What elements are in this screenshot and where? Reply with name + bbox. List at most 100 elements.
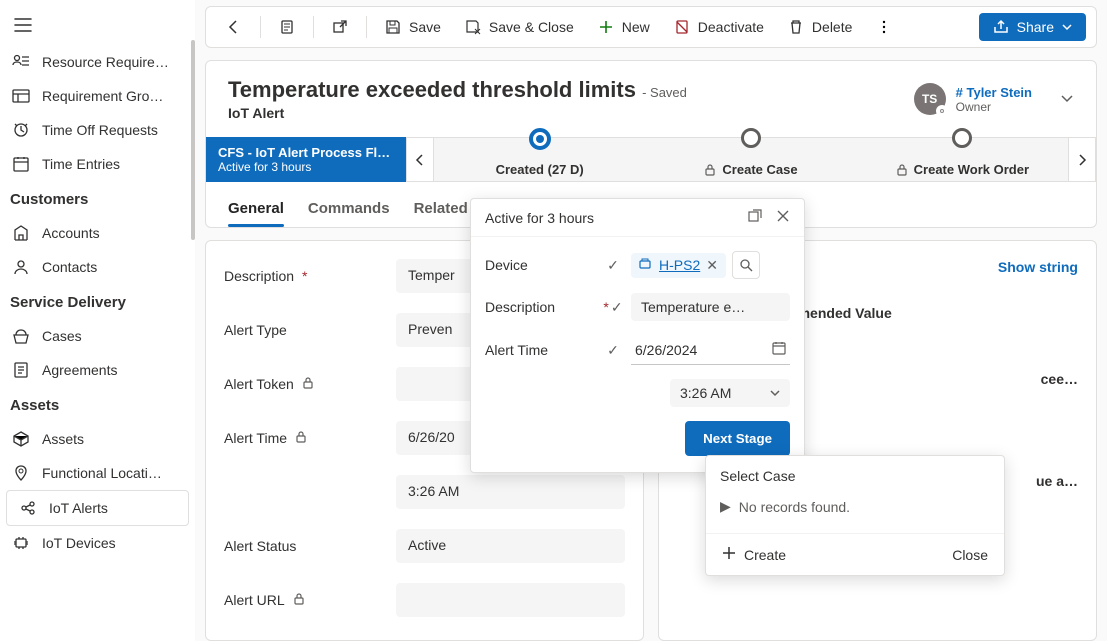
nav-item-iotalerts[interactable]: IoT Alerts <box>6 490 189 526</box>
popout-button[interactable] <box>322 13 358 41</box>
overflow-button[interactable] <box>866 13 902 41</box>
nav-item-assets[interactable]: Assets <box>0 422 195 456</box>
stage-circle-icon <box>741 128 761 148</box>
nav-label: Cases <box>42 328 82 344</box>
form-icon <box>279 19 295 35</box>
check-icon: ✓ <box>603 342 623 359</box>
lookup-close-button[interactable]: Close <box>952 546 988 563</box>
flyout-date-field[interactable]: 6/26/2024 <box>631 335 790 365</box>
deactivate-button[interactable]: Deactivate <box>664 13 774 41</box>
nav-item-timeoff[interactable]: Time Off Requests <box>0 113 195 147</box>
nav-item-reqgroup[interactable]: Requirement Gro… <box>0 79 195 113</box>
field-value[interactable]: Active <box>396 529 625 563</box>
lookup-create-button[interactable]: Create <box>722 546 786 563</box>
field-value[interactable] <box>396 583 625 617</box>
field-label: Alert URL <box>224 592 384 608</box>
stage-circle-icon <box>529 128 551 150</box>
bpf-stage[interactable]: Created (27 D) <box>434 138 645 181</box>
nav-label: Agreements <box>42 362 117 378</box>
funcloc-icon <box>12 464 30 482</box>
stage-flyout: Active for 3 hours Device ✓ H-PS2 ✕ Desc… <box>470 198 805 473</box>
iotalerts-icon <box>19 499 37 517</box>
calendar-icon[interactable] <box>772 341 786 358</box>
show-string-link[interactable]: Show string <box>998 259 1078 275</box>
bpf-active-stage-info[interactable]: CFS - IoT Alert Process Fl… Active for 3… <box>206 137 406 182</box>
nav-item-accounts[interactable]: Accounts <box>0 216 195 250</box>
trash-icon <box>788 19 804 35</box>
nav-label: Functional Locati… <box>42 465 162 481</box>
iotdevices-icon <box>12 534 30 552</box>
tab-general[interactable]: General <box>228 192 284 227</box>
flyout-description-field[interactable]: Temperature e… <box>631 293 790 321</box>
nav-label: Time Off Requests <box>42 122 158 138</box>
popout-icon <box>332 19 348 35</box>
flyout-desc-label: Description <box>485 299 595 315</box>
field-label: Alert Type <box>224 322 384 338</box>
delete-button[interactable]: Delete <box>778 13 862 41</box>
more-vertical-icon <box>876 19 892 35</box>
share-button[interactable]: Share <box>979 13 1086 41</box>
save-button[interactable]: Save <box>375 13 451 41</box>
new-button[interactable]: New <box>588 13 660 41</box>
timeoff-icon <box>12 121 30 139</box>
next-stage-button[interactable]: Next Stage <box>685 421 790 456</box>
close-icon[interactable] <box>776 209 790 226</box>
chevron-down-icon <box>770 385 780 401</box>
nav-header: Assets <box>0 387 195 422</box>
tab-related[interactable]: Related <box>414 192 468 227</box>
record-title-text: Temperature exceeded threshold limits <box>228 77 636 102</box>
timeentry-icon <box>12 155 30 173</box>
save-close-button[interactable]: Save & Close <box>455 13 584 41</box>
bpf-prev-button[interactable] <box>406 137 434 182</box>
field-label: Alert Token <box>224 376 384 392</box>
form-row: Alert Status Active <box>224 529 625 563</box>
nav-item-cases[interactable]: Cases <box>0 319 195 353</box>
owner-avatar: TS <box>914 83 946 115</box>
chevron-down-icon <box>1062 19 1072 35</box>
accounts-icon <box>12 224 30 242</box>
nav-label: Contacts <box>42 259 97 275</box>
nav-item-resource[interactable]: Resource Require… <box>0 45 195 79</box>
back-button[interactable] <box>216 13 252 41</box>
nav-item-timeentry[interactable]: Time Entries <box>0 147 195 181</box>
nav-label: Resource Require… <box>42 54 169 70</box>
dock-icon[interactable] <box>748 209 762 226</box>
field-label: Alert Status <box>224 538 384 554</box>
bpf-next-button[interactable] <box>1068 137 1096 182</box>
bpf-stage[interactable]: Create Work Order <box>857 138 1068 181</box>
form-selector-button[interactable] <box>269 13 305 41</box>
reqgroup-icon <box>12 87 30 105</box>
plus-icon <box>598 19 614 35</box>
sidebar-scrollbar[interactable] <box>191 40 195 240</box>
nav-item-contacts[interactable]: Contacts <box>0 250 195 284</box>
nav-item-agreements[interactable]: Agreements <box>0 353 195 387</box>
nav-item-funcloc[interactable]: Functional Locati… <box>0 456 195 490</box>
save-close-label: Save & Close <box>489 19 574 35</box>
stage-label-text: Create Case <box>722 162 797 177</box>
owner-name-text: Tyler Stein <box>966 85 1032 100</box>
caret-right-icon[interactable]: ▶ <box>720 498 731 515</box>
owner-name-link[interactable]: # Tyler Stein <box>956 85 1032 100</box>
save-label: Save <box>409 19 441 35</box>
save-close-icon <box>465 19 481 35</box>
lookup-search-button[interactable] <box>732 251 760 279</box>
device-lookup-field[interactable]: H-PS2 ✕ <box>631 251 790 279</box>
remove-icon[interactable]: ✕ <box>706 257 718 274</box>
device-lookup-value[interactable]: H-PS2 <box>659 257 700 273</box>
flyout-time-field[interactable]: 3:26 AM <box>670 379 790 407</box>
lock-icon <box>302 376 314 392</box>
nav-item-iotdevices[interactable]: IoT Devices <box>0 526 195 560</box>
bpf-name: CFS - IoT Alert Process Fl… <box>218 145 394 160</box>
nav-label: Time Entries <box>42 156 120 172</box>
bpf-stage[interactable]: Create Case <box>645 138 856 181</box>
check-icon: ✓ <box>611 299 623 316</box>
chevron-down-icon[interactable] <box>1060 91 1074 108</box>
owner-control[interactable]: TS # Tyler Stein Owner <box>914 77 1074 121</box>
delete-label: Delete <box>812 19 852 35</box>
record-entity-label: IoT Alert <box>228 105 687 121</box>
hamburger-menu[interactable] <box>0 12 195 45</box>
lookup-results-flyout: Select Case ▶ No records found. Create C… <box>705 455 1005 576</box>
field-value[interactable]: 3:26 AM <box>396 475 625 509</box>
deactivate-label: Deactivate <box>698 19 764 35</box>
tab-commands[interactable]: Commands <box>308 192 390 227</box>
